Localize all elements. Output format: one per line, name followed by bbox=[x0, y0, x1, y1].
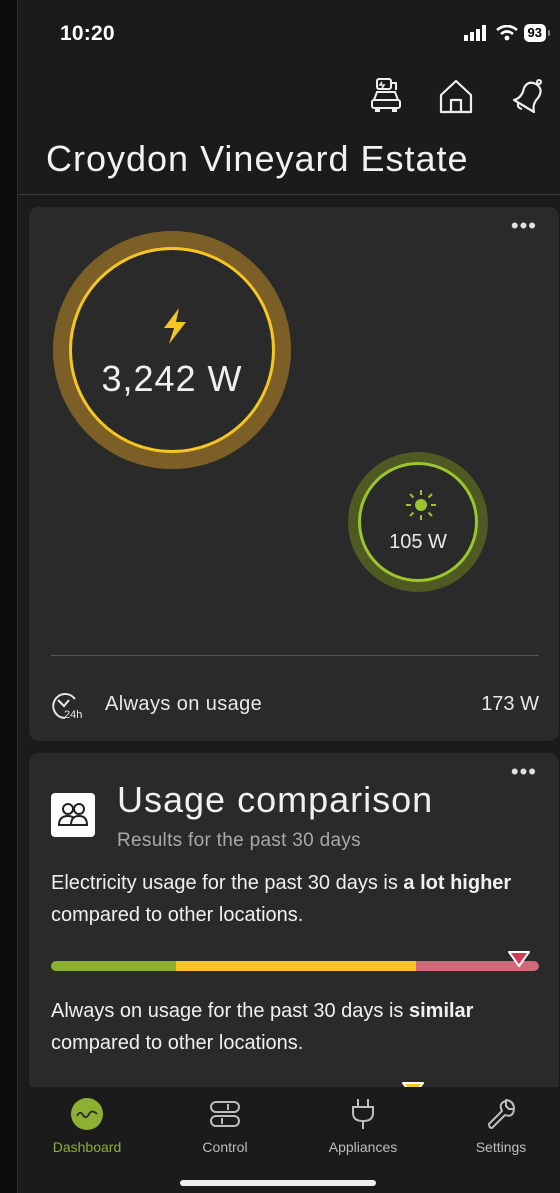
page-title: Croydon Vineyard Estate bbox=[46, 138, 469, 179]
toggle-icon bbox=[210, 1101, 240, 1127]
nav-settings[interactable]: Settings bbox=[446, 1097, 556, 1155]
ev-charger-icon[interactable] bbox=[366, 76, 406, 116]
always-on-emphasis: similar bbox=[408, 1000, 474, 1022]
always-on-value: 173 W bbox=[481, 693, 539, 715]
lightning-bolt-icon bbox=[164, 308, 186, 344]
usage-comparison-card[interactable]: ••• Usage comparison Results for the pas… bbox=[29, 753, 559, 1093]
scale-mid bbox=[176, 961, 416, 971]
consumption-value: 3,242 W bbox=[101, 358, 243, 399]
status-time: 10:20 bbox=[60, 22, 115, 45]
card-divider bbox=[51, 655, 539, 656]
home-icon[interactable] bbox=[436, 76, 476, 116]
scale-low bbox=[51, 961, 176, 971]
nav-appliances[interactable]: Appliances bbox=[308, 1097, 418, 1155]
solar-value: 105 W bbox=[389, 531, 447, 553]
clock-24h-icon: 24h bbox=[52, 693, 82, 721]
electricity-text-before: Electricity usage for the past 30 days i… bbox=[51, 872, 404, 894]
nav-label: Settings bbox=[475, 1139, 527, 1155]
wrench-icon bbox=[488, 1099, 515, 1129]
home-indicator[interactable] bbox=[180, 1180, 376, 1186]
bottom-navigation: Dashboard Control Appliances Settings bbox=[18, 1087, 560, 1193]
nav-label: Dashboard bbox=[52, 1139, 122, 1155]
nav-dashboard[interactable]: Dashboard bbox=[32, 1097, 142, 1155]
svg-text:24h: 24h bbox=[64, 709, 82, 721]
electricity-text-after: compared to other locations. bbox=[51, 904, 304, 926]
nav-control[interactable]: Control bbox=[170, 1097, 280, 1155]
status-indicators: 93 bbox=[463, 24, 551, 42]
left-edge bbox=[0, 0, 18, 1193]
header-divider bbox=[18, 194, 560, 195]
bell-icon[interactable] bbox=[508, 76, 548, 116]
more-options-button[interactable]: ••• bbox=[511, 215, 537, 237]
consumption-ring-inner: 3,242 W bbox=[69, 247, 275, 453]
power-flow-card[interactable]: ••• 3,242 W 105 W 24h Always on usage 17… bbox=[29, 207, 559, 741]
electricity-comparison-text: Electricity usage for the past 30 days i… bbox=[51, 867, 531, 931]
solar-ring-inner: 105 W bbox=[358, 462, 478, 582]
battery-indicator: 93 bbox=[523, 24, 551, 42]
electricity-emphasis: a lot higher bbox=[403, 872, 512, 894]
solar-ring[interactable]: 105 W bbox=[348, 452, 488, 592]
always-on-text-after: compared to other locations. bbox=[51, 1032, 304, 1054]
consumption-ring[interactable]: 3,242 W bbox=[53, 231, 291, 469]
always-on-comparison-text: Always on usage for the past 30 days is … bbox=[51, 995, 541, 1059]
app-screen: 10:20 93 Croydon Vineyard Estate ••• 3,2… bbox=[18, 0, 560, 1193]
dashboard-icon bbox=[71, 1098, 103, 1130]
nav-label: Control bbox=[202, 1139, 248, 1155]
comparison-title: Usage comparison bbox=[117, 779, 434, 820]
always-on-label: Always on usage bbox=[105, 693, 263, 715]
people-icon bbox=[51, 793, 95, 837]
wifi-icon bbox=[495, 25, 518, 41]
sun-icon bbox=[406, 490, 436, 520]
always-on-text-before: Always on usage for the past 30 days is bbox=[51, 1000, 409, 1022]
electricity-marker-icon bbox=[508, 951, 530, 967]
plug-icon bbox=[352, 1099, 374, 1129]
signal-icon bbox=[463, 25, 486, 41]
nav-label: Appliances bbox=[328, 1139, 398, 1155]
electricity-comparison-scale bbox=[51, 961, 539, 971]
comparison-subtitle: Results for the past 30 days bbox=[117, 830, 361, 851]
more-options-button[interactable]: ••• bbox=[511, 761, 537, 783]
